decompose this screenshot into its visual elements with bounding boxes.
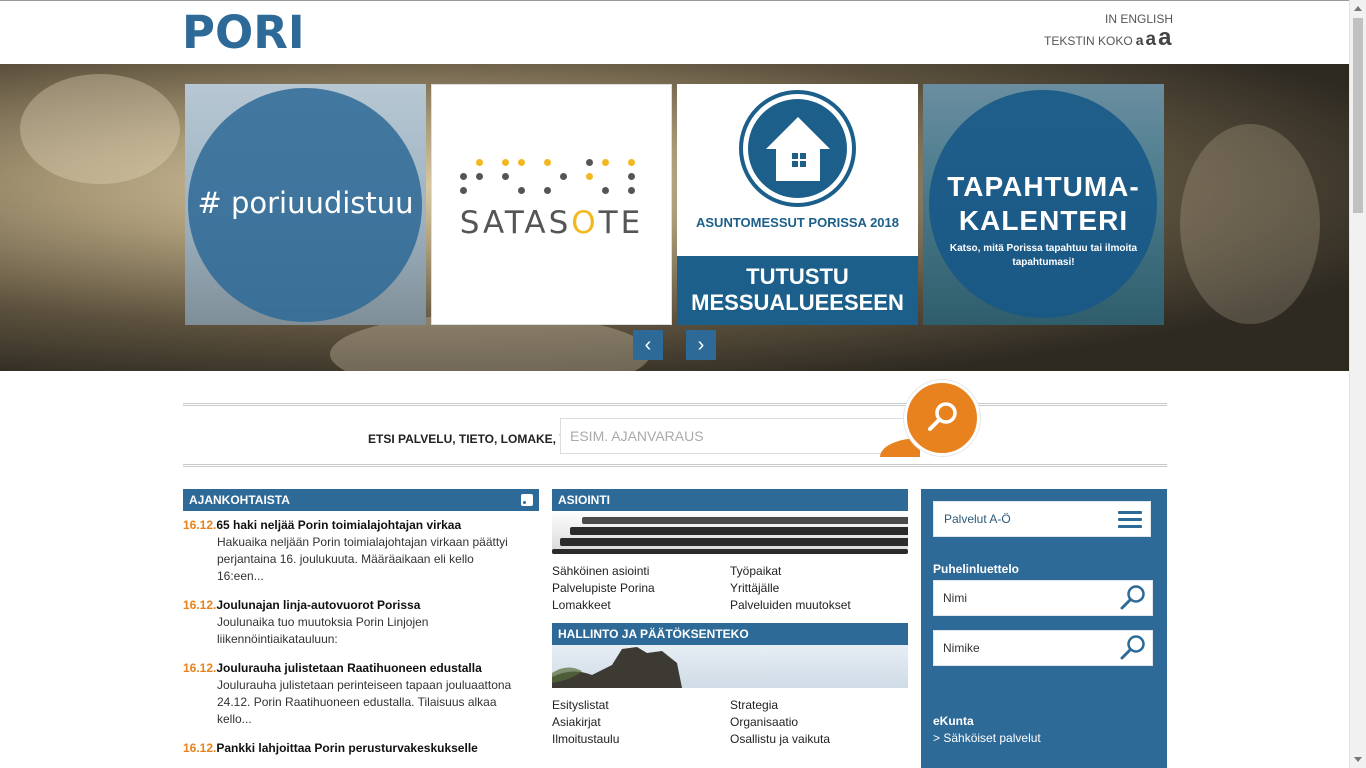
news-title[interactable]: 65 haki neljää Porin toimialajohtajan vi… [216,518,461,532]
statue-image [552,645,908,688]
ekunta-services-link[interactable]: > Sähköiset palvelut [933,731,1155,745]
pori-logo[interactable]: PORI [182,9,305,57]
news-title[interactable]: Pankki lahjoittaa Porin perusturvakeskuk… [216,741,477,755]
list-item[interactable]: 16.12.Joulurauha julistetaan Raatihuonee… [183,660,523,728]
search-button[interactable] [904,380,980,456]
page-scrollbar[interactable] [1349,0,1366,768]
satasote-text-accent: O [571,205,599,241]
carousel-next-button[interactable]: › [686,330,716,360]
search-bar: ETSI PALVELU, TIETO, LOMAKE, YM. ESIM. A… [183,380,1167,467]
slide-title: # poriuudistuu [197,186,414,220]
braille-dots-icon [460,159,644,197]
name-field-placeholder: Nimi [943,591,967,605]
hallinto-heading: HALLINTO JA PÄÄTÖKSENTEKO [552,623,908,645]
search-label: ETSI PALVELU, TIETO, LOMAKE, YM. [368,432,581,446]
list-item[interactable]: 16.12.Joulunajan linja-autovuorot Poriss… [183,597,523,648]
chevron-left-icon: ‹ [644,334,652,356]
list-item[interactable]: 16.12.65 haki neljää Porin toimialajohta… [183,517,523,585]
news-date: 16.12. [183,518,217,532]
phonebook-heading: Puhelinluettelo [933,562,1020,576]
link-strategia[interactable]: Strategia [730,697,908,714]
link-sahkoinen-asiointi[interactable]: Sähköinen asiointi [552,563,730,580]
scroll-down-icon[interactable] [1354,757,1362,762]
hallinto-links: Esityslistat Strategia Asiakirjat Organi… [552,697,908,748]
news-title[interactable]: Joulunajan linja-autovuorot Porissa [216,598,420,612]
link-asiakirjat[interactable]: Asiakirjat [552,714,730,731]
news-excerpt: Hakuaika neljään Porin toimialajohtajan … [217,535,508,583]
phonebook-title-field[interactable]: Nimike [933,630,1153,666]
asiointi-links: Sähköinen asiointi Työpaikat Palvelupist… [552,563,908,614]
keyboard-image [552,511,908,554]
search-icon [928,402,957,431]
services-a-o-label: Palvelut A-Ö [944,512,1011,526]
rss-icon[interactable] [521,494,533,506]
link-organisaatio[interactable]: Organisaatio [730,714,908,731]
slide-asuntomessut[interactable]: ASUNTOMESSUT PORISSA 2018 TUTUSTU MESSUA… [677,84,918,325]
news-panel: AJANKOHTAISTA 16.12.65 haki neljää Porin… [183,489,539,768]
news-heading: AJANKOHTAISTA [183,489,539,511]
news-title[interactable]: Joulurauha julistetaan Raatihuoneen edus… [216,661,481,675]
search-icon[interactable] [1119,584,1147,612]
search-input[interactable]: ESIM. AJANVARAUS [560,418,910,454]
ekunta-heading: eKunta [933,714,974,728]
link-ilmoitustaulu[interactable]: Ilmoitustaulu [552,731,730,748]
news-heading-label: AJANKOHTAISTA [189,493,290,507]
tapahtumakalenteri-title: TAPAHTUMA-KALENTERI [947,171,1140,236]
background-light [1180,124,1320,324]
news-date: 16.12. [183,598,217,612]
hero-carousel: # poriuudistuu SATASOTE ASUNTOMESSUT POR… [0,64,1349,371]
scrollbar-thumb[interactable] [1353,18,1363,213]
site-header: PORI IN ENGLISH TEKSTIN KOKO a a a [0,0,1349,64]
slide-poriuudistuu[interactable]: # poriuudistuu [185,84,426,325]
font-size-medium-button[interactable]: a [1145,29,1156,51]
carousel-prev-button[interactable]: ‹ [633,330,663,360]
link-osallistu-ja-vaikuta[interactable]: Osallistu ja vaikuta [730,731,908,748]
statue-silhouette-icon [552,647,682,688]
search-icon[interactable] [1119,634,1147,662]
news-date: 16.12. [183,741,217,755]
satasote-logo-text: SATASOTE [432,205,671,241]
link-palveluiden-muutokset[interactable]: Palveluiden muutokset [730,597,908,614]
font-size-large-button[interactable]: a [1158,26,1171,50]
link-tyopaikat[interactable]: Työpaikat [730,563,908,580]
slide-satasote[interactable]: SATASOTE [431,84,672,325]
link-esityslistat[interactable]: Esityslistat [552,697,730,714]
link-palvelupiste-porina[interactable]: Palvelupiste Porina [552,580,730,597]
house-logo-icon [739,90,856,207]
news-date: 16.12. [183,661,217,675]
title-field-placeholder: Nimike [943,641,980,655]
slide-tapahtumakalenteri[interactable]: TAPAHTUMA-KALENTERI Katso, mitä Porissa … [923,84,1164,325]
news-excerpt: Joulurauha julistetaan perinteiseen tapa… [217,678,512,726]
news-excerpt: Joulunaika tuo muutoksia Porin Linjojen … [217,615,429,646]
news-list: 16.12.65 haki neljää Porin toimialajohta… [183,517,523,768]
asuntomessut-title: ASUNTOMESSUT PORISSA 2018 [696,215,899,230]
house-icon [766,117,830,181]
font-size-small-button[interactable]: a [1136,32,1144,48]
services-column: ASIOINTI Sähköinen asiointi Työpaikat Pa… [552,489,908,768]
phonebook-name-field[interactable]: Nimi [933,580,1153,616]
scroll-up-icon[interactable] [1354,6,1362,11]
tapahtumakalenteri-subtitle: Katso, mitä Porissa tapahtuu tai ilmoita… [949,243,1138,268]
link-lomakkeet[interactable]: Lomakkeet [552,597,730,614]
link-yrittajalle[interactable]: Yrittäjälle [730,580,908,597]
font-size-control: TEKSTIN KOKO a a a [1044,26,1171,51]
services-a-o-button[interactable]: Palvelut A-Ö [933,501,1151,537]
asuntomessut-band: TUTUSTU MESSUALUEESEEN [677,256,918,325]
hamburger-menu-icon [1118,511,1142,529]
font-size-label: TEKSTIN KOKO [1044,34,1133,48]
asiointi-heading: ASIOINTI [552,489,908,511]
chevron-right-icon: › [697,334,705,356]
background-light [20,74,180,184]
satasote-text-suffix: TE [598,205,644,241]
satasote-text-prefix: SATAS [459,205,572,241]
sidebar-panel: Palvelut A-Ö Puhelinluettelo Nimi Nimike… [921,489,1167,768]
list-item[interactable]: 16.12.Pankki lahjoittaa Porin perusturva… [183,740,523,757]
